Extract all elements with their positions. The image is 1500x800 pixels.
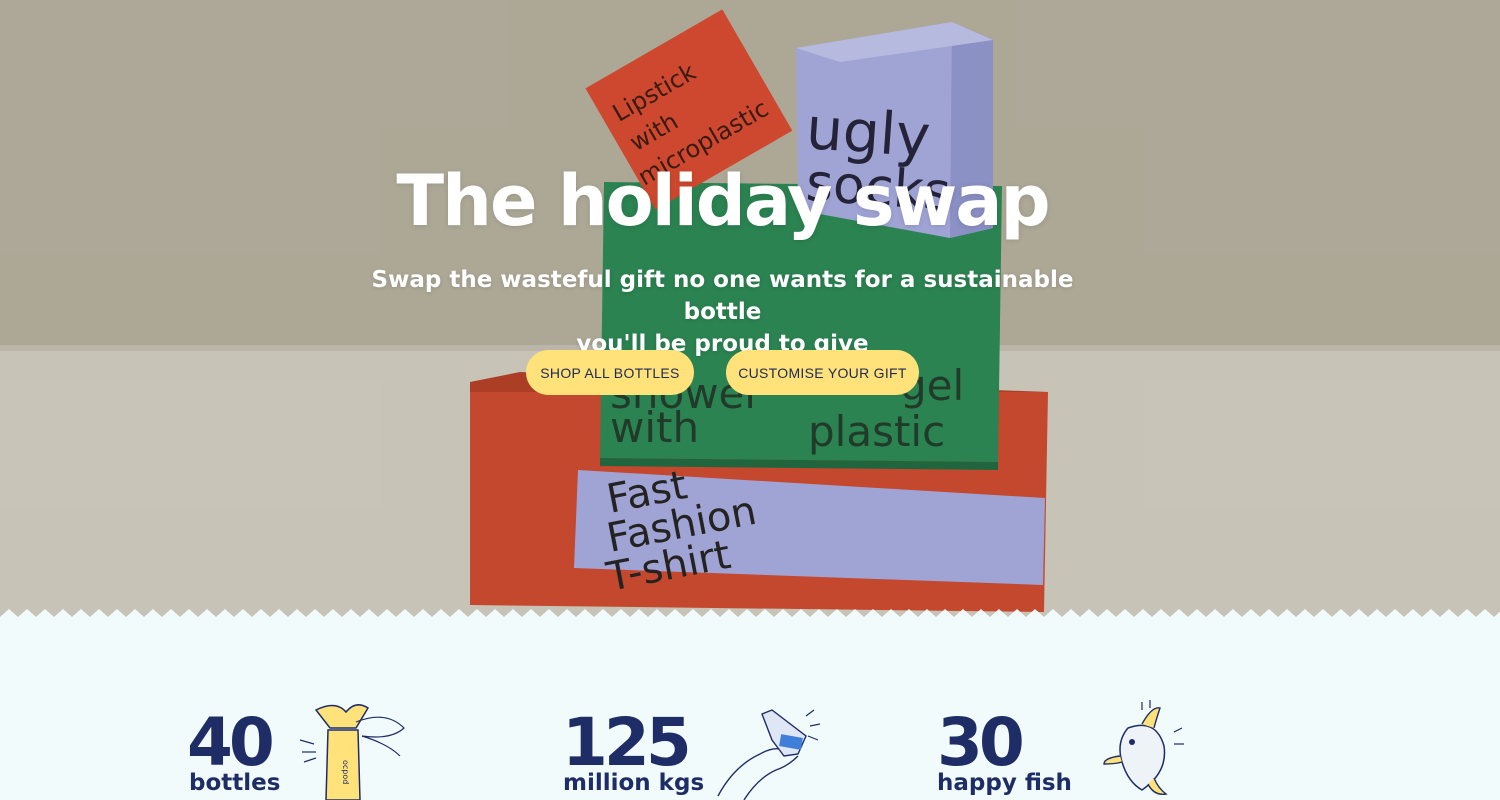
impact-stats-section: 40 bottles ocpod 125 million kgs 30 happ… [0, 622, 1500, 800]
stat-label-fish: happy fish [937, 770, 1072, 796]
crushed-plastic-bottle-icon [717, 709, 821, 800]
stat-number-fish: 30 [937, 704, 1025, 781]
stat-number-bottles: 40 [187, 704, 275, 781]
stat-number-kgs: 125 [562, 704, 692, 781]
svg-text:ocpod: ocpod [341, 760, 350, 784]
hero-subtitle: Swap the wasteful gift no one wants for … [350, 264, 1095, 360]
shop-all-bottles-button[interactable]: SHOP ALL BOTTLES [526, 350, 694, 395]
fish-icon [1103, 700, 1184, 795]
customise-your-gift-button[interactable]: CUSTOMISE YOUR GIFT [726, 350, 919, 395]
hero-section: Fast Fashion T-shirt shower with gel pla… [0, 0, 1500, 625]
stat-label-kgs: million kgs [563, 770, 705, 796]
stat-label-bottles: bottles [189, 770, 281, 796]
wrapped-bottle-icon: ocpod [299, 704, 405, 800]
hero-title: The holiday swap [396, 160, 1050, 242]
hero-subtitle-line1: Swap the wasteful gift no one wants for … [371, 267, 1074, 325]
